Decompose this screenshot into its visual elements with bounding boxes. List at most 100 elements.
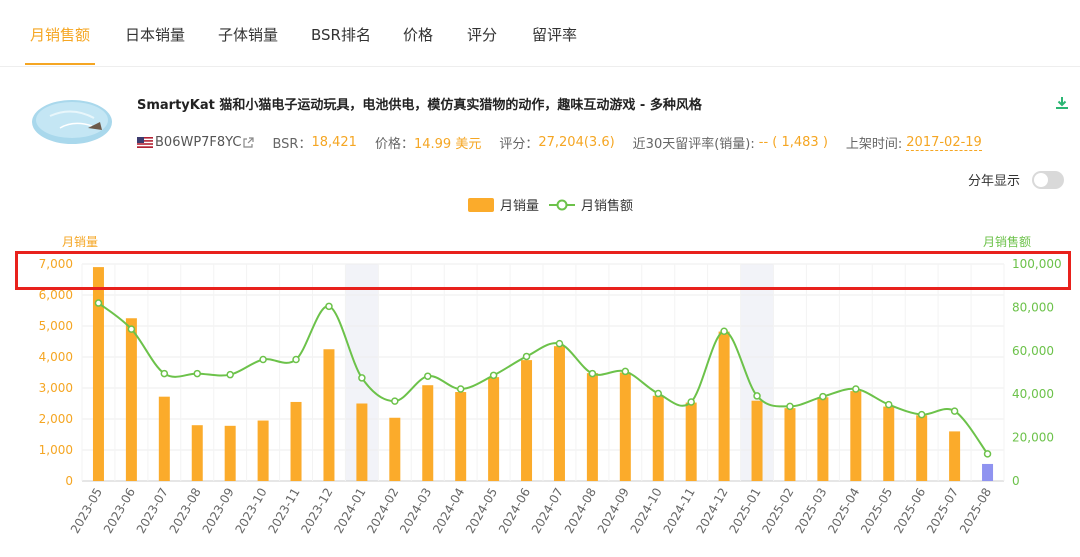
point-monthly-revenue[interactable] — [621, 367, 630, 376]
bar-monthly-units[interactable] — [422, 385, 434, 481]
bar-monthly-units[interactable] — [389, 417, 401, 481]
point-monthly-revenue[interactable] — [753, 392, 761, 400]
bar-monthly-units[interactable] — [92, 267, 104, 481]
x-axis-tick: 2025-03 — [792, 486, 829, 536]
right-axis-tick: 40,000 — [1012, 387, 1054, 401]
point-monthly-revenue[interactable] — [819, 392, 827, 401]
bar-monthly-units[interactable] — [323, 349, 335, 481]
point-monthly-revenue[interactable] — [522, 352, 531, 361]
x-axis-tick: 2023-10 — [233, 486, 270, 536]
sales-chart: 01,0002,0003,0004,0005,0006,0007,000 020… — [39, 234, 1062, 536]
point-monthly-revenue[interactable] — [94, 299, 103, 307]
bar-monthly-units[interactable] — [356, 403, 368, 482]
x-axis-tick: 2025-04 — [825, 486, 862, 536]
left-axis-tick: 6,000 — [39, 288, 73, 302]
bar-monthly-units[interactable] — [455, 392, 467, 481]
right-axis-tick: 100,000 — [1012, 257, 1062, 271]
bar-monthly-units[interactable] — [158, 396, 170, 481]
point-monthly-revenue[interactable] — [160, 369, 169, 378]
x-axis-tick: 2023-07 — [134, 486, 171, 536]
bar-monthly-units[interactable] — [586, 373, 598, 481]
bar-monthly-units[interactable] — [784, 408, 796, 481]
x-axis-tick: 2023-08 — [167, 486, 204, 536]
x-axis-tick: 2024-12 — [694, 486, 731, 536]
left-axis-tick: 1,000 — [39, 443, 73, 457]
point-monthly-revenue[interactable] — [424, 372, 432, 380]
point-monthly-revenue[interactable] — [588, 369, 597, 378]
left-axis-title: 月销量 — [62, 235, 98, 249]
left-axis-tick: 5,000 — [39, 319, 73, 333]
bar-monthly-units[interactable] — [290, 401, 302, 481]
point-monthly-revenue[interactable] — [885, 400, 893, 409]
point-monthly-revenue[interactable] — [358, 374, 366, 382]
x-axis-tick: 2024-05 — [463, 486, 500, 536]
bar-monthly-units[interactable] — [521, 360, 533, 481]
point-monthly-revenue[interactable] — [917, 410, 926, 419]
bar-monthly-units[interactable] — [224, 425, 236, 481]
point-monthly-revenue[interactable] — [489, 371, 498, 380]
right-axis-tick: 20,000 — [1012, 431, 1054, 445]
x-axis-tick: 2025-07 — [924, 486, 961, 536]
right-axis-tick: 0 — [1012, 474, 1020, 488]
bar-monthly-units[interactable] — [652, 395, 664, 481]
point-monthly-revenue[interactable] — [852, 385, 860, 393]
point-monthly-revenue[interactable] — [325, 302, 333, 311]
bar-monthly-units[interactable] — [850, 391, 862, 481]
left-axis-tick: 0 — [65, 474, 73, 488]
point-monthly-revenue[interactable] — [950, 407, 959, 415]
point-monthly-revenue[interactable] — [983, 450, 992, 458]
right-axis-title: 月销售额 — [983, 234, 1031, 249]
bar-monthly-units[interactable] — [949, 431, 961, 481]
point-monthly-revenue[interactable] — [193, 369, 201, 378]
bar-monthly-units[interactable] — [257, 420, 269, 481]
point-monthly-revenue[interactable] — [391, 397, 399, 405]
point-monthly-revenue[interactable] — [292, 355, 300, 364]
bar-monthly-units[interactable] — [718, 331, 730, 481]
x-axis-tick: 2023-09 — [200, 486, 237, 536]
point-monthly-revenue[interactable] — [687, 398, 695, 406]
bar-monthly-units[interactable] — [685, 402, 697, 481]
bar-monthly-units[interactable] — [619, 372, 631, 482]
right-axis-tick: 80,000 — [1012, 300, 1054, 314]
x-axis-tick: 2024-06 — [496, 486, 533, 536]
bar-monthly-units[interactable] — [125, 318, 137, 481]
x-axis-tick: 2024-08 — [562, 486, 599, 536]
x-axis-tick: 2024-01 — [331, 486, 368, 536]
x-axis-tick: 2025-05 — [858, 486, 895, 536]
x-axis-tick: 2024-07 — [529, 486, 566, 536]
point-monthly-revenue[interactable] — [259, 355, 267, 364]
bar-monthly-units[interactable] — [751, 400, 763, 481]
x-axis-tick: 2025-01 — [726, 486, 763, 536]
bar-monthly-units[interactable] — [191, 425, 203, 481]
x-axis-tick: 2023-12 — [298, 486, 335, 536]
x-axis-tick: 2024-03 — [397, 486, 434, 536]
point-monthly-revenue[interactable] — [456, 385, 465, 393]
x-axis-tick: 2024-10 — [628, 486, 665, 536]
right-axis-tick: 60,000 — [1012, 344, 1054, 358]
left-axis-tick: 7,000 — [39, 257, 73, 271]
x-axis-tick: 2025-02 — [759, 486, 796, 536]
x-axis-tick: 2024-02 — [364, 486, 401, 536]
x-axis-tick: 2023-05 — [68, 486, 105, 536]
bar-monthly-units[interactable] — [982, 463, 994, 481]
point-monthly-revenue[interactable] — [720, 327, 728, 336]
x-axis-tick: 2023-11 — [265, 486, 302, 536]
x-axis-tick: 2024-04 — [430, 486, 467, 536]
x-axis-tick: 2023-06 — [101, 486, 138, 536]
bar-monthly-units[interactable] — [553, 346, 565, 481]
bar-monthly-units[interactable] — [817, 397, 829, 481]
x-axis-tick: 2025-08 — [957, 485, 994, 535]
bar-monthly-units[interactable] — [916, 415, 928, 481]
x-axis-tick: 2024-09 — [595, 486, 632, 536]
point-monthly-revenue[interactable] — [226, 370, 234, 379]
left-axis-tick: 3,000 — [39, 381, 73, 395]
point-monthly-revenue[interactable] — [555, 339, 564, 348]
point-monthly-revenue[interactable] — [786, 402, 794, 411]
point-monthly-revenue[interactable] — [127, 325, 136, 333]
x-axis-tick: 2025-06 — [891, 486, 928, 536]
point-monthly-revenue[interactable] — [654, 389, 662, 398]
left-axis-tick: 4,000 — [39, 350, 73, 364]
bar-monthly-units[interactable] — [883, 406, 895, 481]
bar-monthly-units[interactable] — [488, 377, 500, 481]
x-axis-tick: 2024-11 — [661, 486, 698, 536]
